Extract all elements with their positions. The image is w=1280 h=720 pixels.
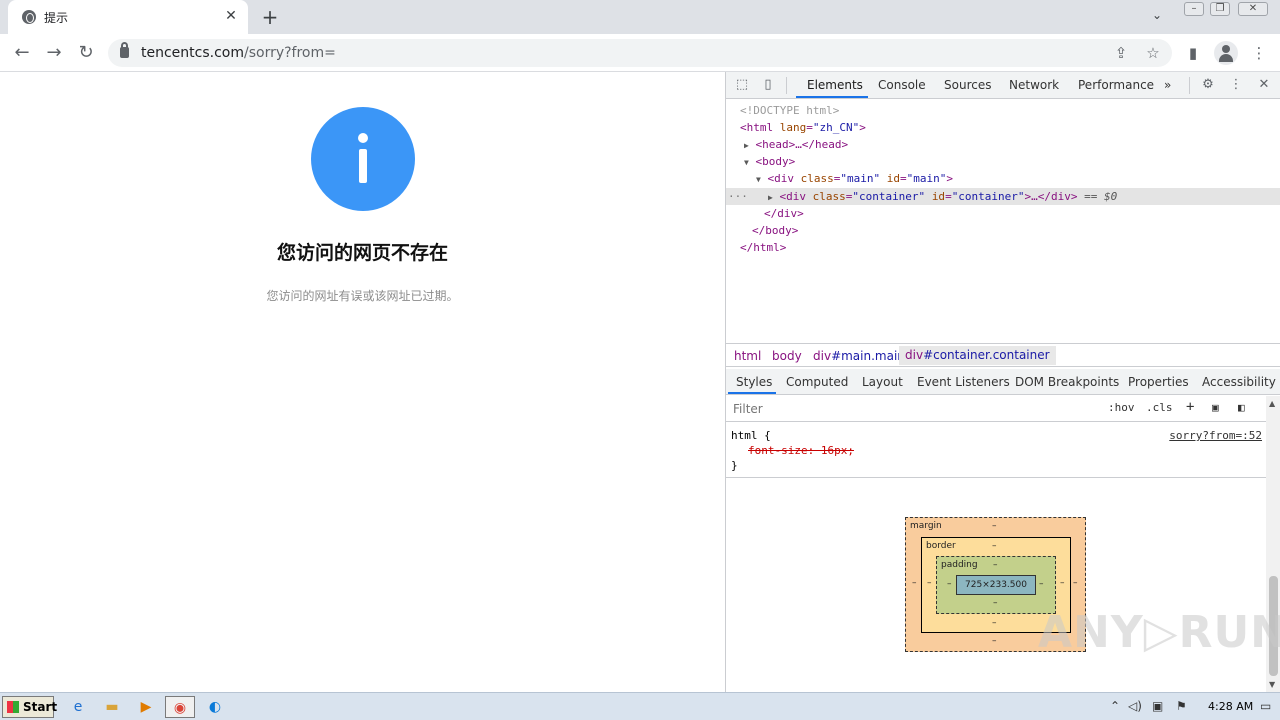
- crumb-body[interactable]: body: [772, 349, 802, 363]
- dom-row-ellipsis[interactable]: ···: [728, 188, 748, 205]
- share-icon[interactable]: ⇪: [1112, 44, 1130, 62]
- network-icon[interactable]: ▣: [1152, 699, 1163, 713]
- box-model-content[interactable]: 725×233.500: [956, 575, 1036, 595]
- bookmark-star-icon[interactable]: ☆: [1144, 44, 1162, 62]
- styles-filter-input[interactable]: [728, 399, 1098, 419]
- style-rule: html { font-size: 16px; } sorry?from=:52: [726, 428, 1266, 478]
- margin-label: margin: [910, 521, 942, 531]
- tab-styles[interactable]: Styles: [736, 375, 772, 389]
- tab-console[interactable]: Console: [878, 78, 926, 92]
- devtools-tabbar: ⬚ ▯ Elements Console Sources Network Per…: [726, 72, 1280, 99]
- clock[interactable]: 4:28 AM: [1208, 700, 1253, 713]
- address-bar[interactable]: tencentcs.com/sorry?from= ⇪ ☆: [108, 39, 1172, 67]
- tab-title: 提示: [44, 11, 69, 25]
- close-window-button[interactable]: ✕: [1238, 2, 1268, 16]
- restore-button[interactable]: ❐: [1210, 2, 1230, 16]
- edge-icon[interactable]: ◐: [203, 696, 227, 718]
- cls-toggle[interactable]: .cls: [1146, 401, 1173, 414]
- tab-elements[interactable]: Elements: [807, 78, 863, 92]
- info-icon: [311, 107, 415, 211]
- devtools-menu-icon[interactable]: ⋮: [1228, 77, 1244, 93]
- dom-div-main[interactable]: ▼ <div class="main" id="main">: [756, 170, 953, 187]
- tab-dom-breakpoints[interactable]: DOM Breakpoints: [1015, 375, 1119, 389]
- breadcrumb: html body div#main.main div#container.co…: [726, 343, 1280, 367]
- device-toolbar-icon[interactable]: ▯: [760, 77, 776, 93]
- crumb-div-container[interactable]: div#container.container: [899, 346, 1056, 365]
- tab-layout[interactable]: Layout: [862, 375, 903, 389]
- chrome-icon[interactable]: ◉: [165, 696, 195, 718]
- tray-expand-icon[interactable]: ⌃: [1110, 699, 1120, 713]
- profile-avatar[interactable]: [1214, 41, 1238, 65]
- tab-strip: 提示 ✕ + ⌄ – ❐ ✕: [0, 0, 1280, 34]
- tab-computed[interactable]: Computed: [786, 375, 848, 389]
- show-desktop-icon[interactable]: ▭: [1260, 699, 1271, 713]
- styles-filter-row: :hov .cls + ▣ ◧: [726, 396, 1266, 422]
- crumb-div-main[interactable]: div#main.main: [813, 349, 905, 363]
- elements-tree: <!DOCTYPE html> <html lang="zh_CN"> ▶ <h…: [726, 100, 1280, 343]
- ie-icon[interactable]: e: [66, 696, 90, 718]
- rule-source-link[interactable]: sorry?from=:52: [1169, 429, 1262, 442]
- reload-button[interactable]: ↻: [74, 41, 98, 65]
- rule-close: }: [731, 459, 738, 472]
- start-button[interactable]: Start: [2, 696, 57, 718]
- tab-performance[interactable]: Performance: [1078, 78, 1154, 92]
- windows-logo-icon: [7, 701, 19, 713]
- border-label: border: [926, 541, 956, 551]
- back-button[interactable]: ←: [10, 41, 34, 65]
- url-text: tencentcs.com/sorry?from=: [141, 45, 336, 61]
- crumb-html[interactable]: html: [734, 349, 761, 363]
- forward-button[interactable]: →: [42, 41, 66, 65]
- volume-icon[interactable]: ◁): [1128, 699, 1142, 713]
- tab-event-listeners[interactable]: Event Listeners: [917, 375, 1010, 389]
- page-title: 您访问的网页不存在: [276, 242, 448, 264]
- hov-toggle[interactable]: :hov: [1108, 401, 1135, 414]
- rule-selector[interactable]: html {: [731, 429, 771, 442]
- tab-properties[interactable]: Properties: [1128, 375, 1189, 389]
- close-tab-icon[interactable]: ✕: [222, 7, 240, 25]
- styles-subtabs: Styles Computed Layout Event Listeners D…: [726, 369, 1280, 395]
- action-center-flag-icon[interactable]: ⚑: [1176, 699, 1187, 713]
- dom-div-container[interactable]: ▶ <div class="container" id="container">…: [768, 188, 1117, 205]
- paint-brush-icon[interactable]: ▣: [1212, 401, 1219, 414]
- active-tab-indicator: [796, 96, 868, 98]
- globe-icon: [22, 10, 36, 24]
- dom-head[interactable]: ▶ <head>…</head>: [744, 136, 848, 153]
- new-tab-button[interactable]: +: [258, 5, 282, 29]
- minimize-button[interactable]: –: [1184, 2, 1204, 16]
- kebab-menu-icon[interactable]: ⋮: [1248, 42, 1270, 64]
- anyrun-watermark: ANY▷RUN: [1038, 607, 1280, 658]
- toggle-sidebar-icon[interactable]: ◧: [1238, 401, 1245, 414]
- page-subtitle: 您访问的网址有误或该网址已过期。: [266, 289, 459, 303]
- more-tabs-button[interactable]: »: [1164, 78, 1171, 92]
- tab-accessibility[interactable]: Accessibility: [1202, 375, 1276, 389]
- padding-label: padding: [941, 560, 978, 570]
- active-subtab-indicator: [728, 392, 776, 394]
- dom-html-open[interactable]: <html lang="zh_CN">: [740, 119, 866, 136]
- web-page: 您访问的网页不存在 您访问的网址有误或该网址已过期。: [0, 72, 725, 692]
- media-player-icon[interactable]: ▶: [134, 696, 158, 718]
- box-model-padding[interactable]: padding – – – – 725×233.500: [936, 556, 1056, 614]
- new-style-rule-icon[interactable]: +: [1186, 399, 1194, 415]
- tab-network[interactable]: Network: [1009, 78, 1059, 92]
- lock-icon[interactable]: [120, 42, 129, 58]
- tab-search-chevron-icon[interactable]: ⌄: [1152, 8, 1162, 22]
- dom-html-close[interactable]: </html>: [740, 239, 786, 256]
- gear-icon[interactable]: ⚙: [1200, 77, 1216, 93]
- dom-body-open[interactable]: ▼ <body>: [744, 153, 795, 170]
- rule-property[interactable]: font-size: 16px;: [748, 444, 854, 457]
- taskbar: Start e ▬ ▶ ◉ ◐ ⌃ ◁) ▣ ⚑ 4:28 AM ▭: [0, 692, 1280, 720]
- browser-tab[interactable]: 提示 ✕: [8, 0, 248, 34]
- explorer-folder-icon[interactable]: ▬: [100, 696, 124, 718]
- side-panel-icon[interactable]: ▮: [1182, 42, 1204, 64]
- inspect-element-icon[interactable]: ⬚: [734, 77, 750, 93]
- dom-doctype[interactable]: <!DOCTYPE html>: [740, 102, 839, 119]
- dom-div-close[interactable]: </div>: [764, 205, 804, 222]
- dom-body-close[interactable]: </body>: [752, 222, 798, 239]
- tab-sources[interactable]: Sources: [944, 78, 991, 92]
- devtools-panel: ⬚ ▯ Elements Console Sources Network Per…: [725, 72, 1280, 692]
- browser-toolbar: ← → ↻ tencentcs.com/sorry?from= ⇪ ☆ ▮ ⋮: [0, 34, 1280, 72]
- close-devtools-icon[interactable]: ✕: [1256, 77, 1272, 93]
